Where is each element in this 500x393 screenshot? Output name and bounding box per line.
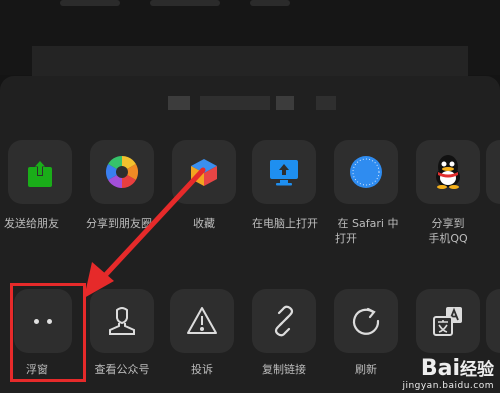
annotation-arrow xyxy=(84,167,206,298)
baidu-jingyan-watermark: Bai经验 jingyan.baidu.com xyxy=(402,356,494,392)
